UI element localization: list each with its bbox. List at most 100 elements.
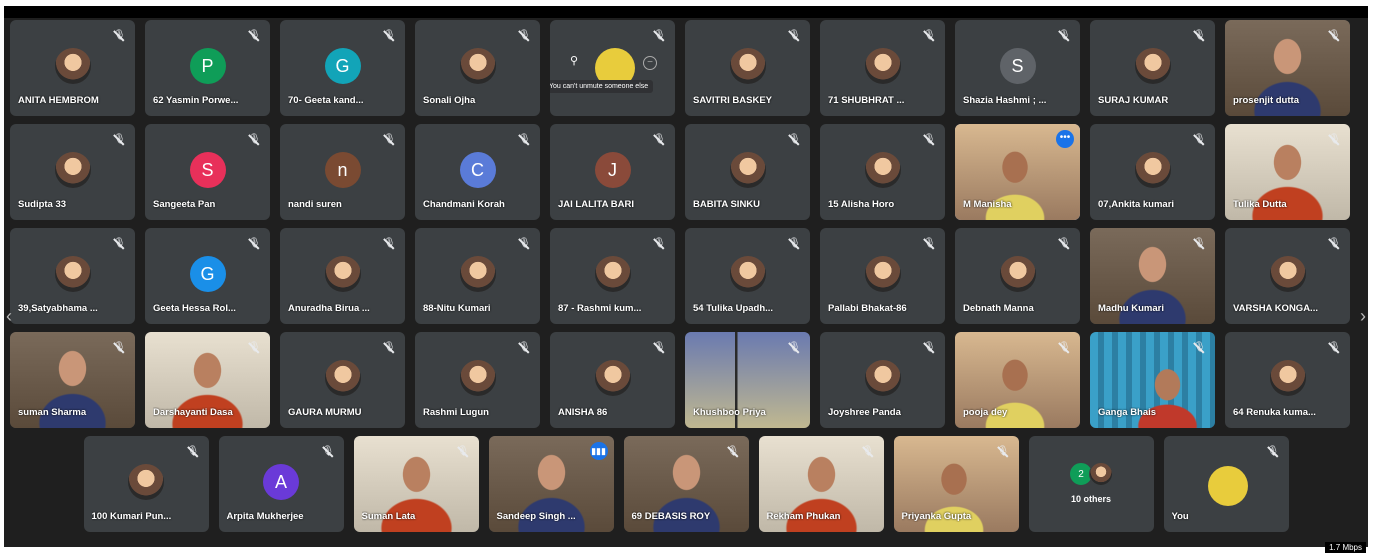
- participant-name: 87 - Rashmi kum...: [558, 303, 642, 314]
- others-label[interactable]: 10 others: [1029, 494, 1154, 504]
- avatar: [324, 256, 361, 292]
- participant-name: You: [1171, 511, 1189, 522]
- participant-row: 🎙 Sudipta 33 S 🎙 Sangeeta Pan n 🎙 nandi suren C 🎙…: [4, 124, 1368, 220]
- participant-tile[interactable]: ⚲ − You can't unmute someone else 🎙: [550, 20, 675, 116]
- participant-tile[interactable]: G 🎙 Geeta Hessa Rol...: [145, 228, 270, 324]
- participant-tile[interactable]: 🎙 Suman Lata: [353, 436, 479, 532]
- participant-tile[interactable]: n 🎙 nandi suren: [280, 124, 405, 220]
- participant-name: prosenjit dutta: [1233, 95, 1299, 106]
- participant-tile[interactable]: 🎙 SURAJ KUMAR: [1090, 20, 1215, 116]
- participant-name: VARSHA KONGA...: [1233, 303, 1318, 314]
- mic-muted-icon: 🎙: [1058, 342, 1071, 353]
- participant-tile[interactable]: ▮▮▮ Sandeep Singh ...: [488, 436, 614, 532]
- participant-tile[interactable]: 2 10 others: [1028, 436, 1154, 532]
- participant-tile[interactable]: A 🎙 Arpita Mukherjee: [218, 436, 344, 532]
- participant-tile[interactable]: S 🎙 Sangeeta Pan: [145, 124, 270, 220]
- participant-tile[interactable]: 🎙 15 Alisha Horo: [820, 124, 945, 220]
- avatar: [864, 360, 901, 396]
- participant-tile[interactable]: 🎙 Tulika Dutta: [1225, 124, 1350, 220]
- participant-tile[interactable]: 🎙 suman Sharma: [10, 332, 135, 428]
- next-page-arrow[interactable]: ›: [1360, 306, 1366, 327]
- participant-tile[interactable]: 🎙 Rekham Phukan: [758, 436, 884, 532]
- mic-muted-icon: 🎙: [923, 342, 936, 353]
- participant-row: 🎙 100 Kumari Pun... A 🎙 Arpita Mukherjee 🎙 Sum…: [4, 436, 1368, 532]
- more-options-icon[interactable]: •••: [1056, 130, 1074, 148]
- participant-tile[interactable]: 🎙 Sonali Ojha: [415, 20, 540, 116]
- participant-tile[interactable]: 🎙 Sudipta 33: [10, 124, 135, 220]
- participant-row: 🎙 suman Sharma 🎙 Darshayanti Dasa 🎙 GAURA MUR…: [4, 332, 1368, 428]
- participant-tile[interactable]: 🎙 Priyanka Gupta: [893, 436, 1019, 532]
- participant-tile[interactable]: 🎙 Ganga Bhais: [1090, 332, 1215, 428]
- participant-tile[interactable]: 🎙 39,Satyabhama ...: [10, 228, 135, 324]
- participant-tile[interactable]: 🎙 Rashmi Lugun: [415, 332, 540, 428]
- mic-muted-icon: 🎙: [456, 446, 470, 457]
- avatar: [729, 48, 766, 84]
- pin-icon[interactable]: ⚲: [570, 54, 578, 67]
- participant-name: Sonali Ojha: [423, 95, 476, 106]
- avatar: [729, 152, 766, 188]
- mic-muted-icon: 🎙: [248, 342, 261, 353]
- avatar: [594, 256, 631, 292]
- participant-name: 64 Renuka kuma...: [1233, 407, 1316, 418]
- participant-tile[interactable]: 🎙 Pallabi Bhakat-86: [820, 228, 945, 324]
- participant-name: 07,Ankita kumari: [1098, 199, 1175, 210]
- participant-tile[interactable]: 🎙 07,Ankita kumari: [1090, 124, 1215, 220]
- avatar: A: [263, 464, 299, 500]
- participant-tile[interactable]: 🎙 You: [1163, 436, 1289, 532]
- participant-tile[interactable]: 🎙 pooja dey: [955, 332, 1080, 428]
- participant-tile[interactable]: 🎙 71 SHUBHRAT ...: [820, 20, 945, 116]
- participant-name: SURAJ KUMAR: [1098, 95, 1169, 106]
- participant-name: Joyshree Panda: [828, 407, 901, 418]
- mic-muted-icon: 🎙: [383, 134, 396, 145]
- avatar: n: [324, 152, 361, 188]
- participant-tile[interactable]: 🎙 88-Nitu Kumari: [415, 228, 540, 324]
- mic-muted-icon: 🎙: [1266, 446, 1280, 457]
- participant-tile[interactable]: 🎙 Debnath Manna: [955, 228, 1080, 324]
- participant-tile[interactable]: 🎙 SAVITRI BASKEY: [685, 20, 810, 116]
- mic-muted-icon: 🎙: [923, 238, 936, 249]
- participant-tile[interactable]: 🎙 prosenjit dutta: [1225, 20, 1350, 116]
- participant-tile[interactable]: P 🎙 62 Yasmin Porwe...: [145, 20, 270, 116]
- participant-tile[interactable]: 🎙 69 DEBASIS ROY: [623, 436, 749, 532]
- mic-muted-icon: 🎙: [383, 238, 396, 249]
- participant-name: Chandmani Korah: [423, 199, 505, 210]
- participant-tile[interactable]: 🎙 100 Kumari Pun...: [83, 436, 209, 532]
- prev-page-arrow[interactable]: ‹: [6, 306, 12, 327]
- avatar: [594, 360, 631, 396]
- participant-name: ANITA HEMBROM: [18, 95, 99, 106]
- participant-tile[interactable]: 🎙 GAURA MURMU: [280, 332, 405, 428]
- mic-muted-icon: 🎙: [1193, 342, 1206, 353]
- participant-tile[interactable]: 🎙 Khushboo Priya: [685, 332, 810, 428]
- participant-tile[interactable]: 🎙 54 Tulika Upadh...: [685, 228, 810, 324]
- avatar: [1134, 48, 1171, 84]
- participant-tile[interactable]: S 🎙 Shazia Hashmi ; ...: [955, 20, 1080, 116]
- avatar: [729, 256, 766, 292]
- participant-tile[interactable]: G 🎙 70- Geeta kand...: [280, 20, 405, 116]
- participant-tile[interactable]: 🎙 Darshayanti Dasa: [145, 332, 270, 428]
- participant-tile[interactable]: 🎙 87 - Rashmi kum...: [550, 228, 675, 324]
- top-bar: [4, 6, 1368, 18]
- mic-muted-icon: 🎙: [383, 342, 396, 353]
- mic-muted-icon: 🎙: [518, 342, 531, 353]
- remove-icon[interactable]: −: [643, 56, 657, 70]
- participant-tile[interactable]: 🎙 64 Renuka kuma...: [1225, 332, 1350, 428]
- participant-tile[interactable]: 🎙 VARSHA KONGA...: [1225, 228, 1350, 324]
- mic-muted-icon: 🎙: [1058, 30, 1071, 41]
- participant-tile[interactable]: 🎙 BABITA SINKU: [685, 124, 810, 220]
- avatar: [54, 48, 91, 84]
- participant-tile[interactable]: C 🎙 Chandmani Korah: [415, 124, 540, 220]
- avatar: J: [594, 152, 631, 188]
- participant-tile[interactable]: ••• M Manisha: [955, 124, 1080, 220]
- participant-name: Priyanka Gupta: [901, 511, 972, 522]
- participant-tile[interactable]: 🎙 Anuradha Birua ...: [280, 228, 405, 324]
- mic-muted-icon: 🎙: [1328, 30, 1341, 41]
- participant-name: Rashmi Lugun: [423, 407, 489, 418]
- others-avatars: 2: [1069, 462, 1113, 486]
- avatar: [864, 48, 901, 84]
- participant-name: 69 DEBASIS ROY: [631, 511, 711, 522]
- participant-tile[interactable]: J 🎙 JAI LALITA BARI: [550, 124, 675, 220]
- participant-tile[interactable]: 🎙 Joyshree Panda: [820, 332, 945, 428]
- participant-tile[interactable]: 🎙 Madhu Kumari: [1090, 228, 1215, 324]
- participant-tile[interactable]: 🎙 ANITA HEMBROM: [10, 20, 135, 116]
- participant-tile[interactable]: 🎙 ANISHA 86: [550, 332, 675, 428]
